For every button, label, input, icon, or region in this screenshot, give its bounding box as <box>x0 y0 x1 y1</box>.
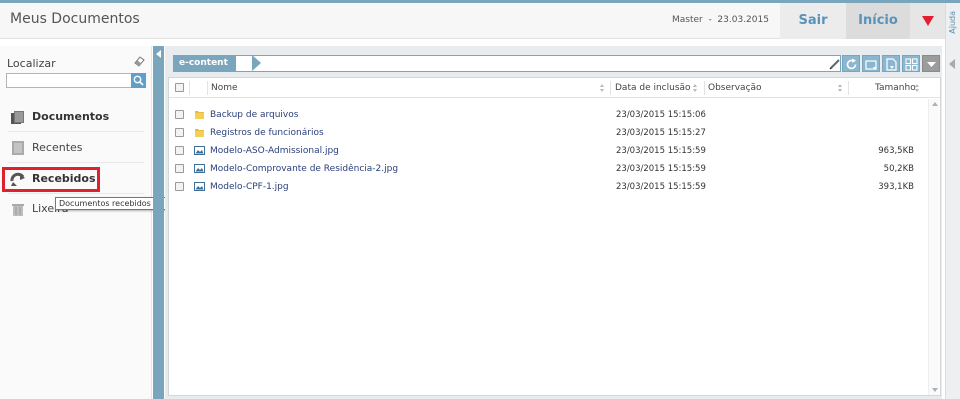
new-document-icon <box>886 58 897 71</box>
image-file-icon <box>194 164 205 173</box>
row-checkbox[interactable] <box>175 128 184 137</box>
column-separator <box>610 81 611 95</box>
file-name-link[interactable]: Modelo-Comprovante de Residência-2.jpg <box>210 164 398 174</box>
sidebar-item-label: Recentes <box>32 141 83 154</box>
file-date: 23/03/2015 15:15:27 <box>616 128 706 138</box>
sidebar-item-label: Documentos <box>32 110 110 123</box>
column-separator <box>189 81 190 95</box>
row-checkbox[interactable] <box>175 182 184 191</box>
eraser-icon[interactable] <box>133 55 145 67</box>
sidebar-item-documentos[interactable]: Documentos <box>8 104 144 130</box>
column-separator <box>848 81 849 95</box>
column-header-size[interactable]: Tamanho <box>875 78 916 98</box>
sidebar-collapse-handle[interactable] <box>153 46 164 399</box>
app-window: Meus Documentos Master - 23.03.2015 Sair… <box>0 0 960 399</box>
sidebar: Localizar Documentos Recentes Recebidos … <box>0 46 232 399</box>
scroll-down-arrow-icon[interactable] <box>932 388 938 392</box>
file-size: 393,1KB <box>878 182 914 192</box>
upload-icon <box>865 60 877 70</box>
header-bar: Meus Documentos Master - 23.03.2015 Sair… <box>0 3 945 39</box>
file-name-link[interactable]: Registros de funcionários <box>210 128 324 138</box>
breadcrumb: e-content <box>173 55 841 72</box>
file-date: 23/03/2015 15:15:59 <box>616 164 706 174</box>
file-date: 23/03/2015 15:15:06 <box>616 110 706 120</box>
row-checkbox[interactable] <box>175 146 184 155</box>
divider <box>8 162 144 163</box>
column-separator <box>704 81 705 95</box>
breadcrumb-arrow <box>252 55 261 71</box>
upload-button[interactable] <box>862 55 880 72</box>
help-label: Ajuda <box>948 11 957 34</box>
vertical-scrollbar[interactable] <box>928 99 939 395</box>
table-row[interactable]: Modelo-ASO-Admissional.jpg 23/03/2015 15… <box>169 142 929 160</box>
more-options-dropdown[interactable] <box>922 55 940 72</box>
select-all-checkbox[interactable] <box>175 83 184 92</box>
divider <box>8 193 144 194</box>
help-panel-toggle[interactable]: Ajuda <box>945 3 960 399</box>
file-name-link[interactable]: Modelo-ASO-Admissional.jpg <box>210 146 339 156</box>
trash-icon <box>12 204 24 216</box>
search-icon <box>133 75 144 86</box>
file-size: 50,2KB <box>883 164 914 174</box>
home-button[interactable]: Início <box>846 3 910 39</box>
scroll-up-arrow-icon[interactable] <box>932 102 938 106</box>
refresh-button[interactable] <box>842 55 860 72</box>
table-row[interactable]: Registros de funcionários 23/03/2015 15:… <box>169 124 929 142</box>
image-file-icon <box>194 182 205 191</box>
file-name-link[interactable]: Modelo-CPF-1.jpg <box>210 182 289 192</box>
column-header-date[interactable]: Data de inclusão <box>615 78 691 98</box>
highlight-annotation-box <box>2 167 100 192</box>
sort-arrows-icon[interactable] <box>693 84 698 93</box>
menu-dropdown-button[interactable] <box>910 3 945 39</box>
user-session-info: Master - 23.03.2015 <box>672 15 769 25</box>
file-size: 963,5KB <box>878 146 914 156</box>
folder-icon <box>195 111 204 119</box>
chevron-down-icon <box>927 62 936 67</box>
refresh-icon <box>846 58 857 70</box>
pencil-icon[interactable] <box>829 58 841 70</box>
documents-icon <box>11 111 24 124</box>
page-title: Meus Documentos <box>10 11 140 27</box>
recent-icon <box>12 141 24 155</box>
breadcrumb-item-root[interactable]: e-content <box>174 56 236 71</box>
view-mode-button[interactable] <box>902 55 920 72</box>
search-button[interactable] <box>131 73 146 88</box>
file-date: 23/03/2015 15:15:59 <box>616 146 706 156</box>
sort-arrows-icon[interactable] <box>838 84 843 93</box>
file-name-link[interactable]: Backup de arquivos <box>210 110 298 120</box>
folder-icon <box>195 129 204 137</box>
column-separator <box>207 81 208 95</box>
column-header-observation[interactable]: Observação <box>708 78 762 98</box>
search-label: Localizar <box>7 57 56 70</box>
expand-arrow-icon <box>949 59 955 69</box>
file-date: 23/03/2015 15:15:59 <box>616 182 706 192</box>
row-checkbox[interactable] <box>175 164 184 173</box>
column-header-name[interactable]: Nome <box>211 78 238 98</box>
file-list-header: Nome Data de inclusão Observação Tamanho <box>169 78 940 98</box>
sidebar-item-recentes[interactable]: Recentes <box>8 135 144 161</box>
search-input[interactable] <box>6 73 132 88</box>
row-checkbox[interactable] <box>175 110 184 119</box>
sort-arrows-icon[interactable] <box>600 84 605 93</box>
file-browser-panel: e-content Nome Data de inclusão Observaç… <box>165 46 942 399</box>
table-row[interactable]: Backup de arquivos 23/03/2015 15:15:06 <box>169 106 929 124</box>
image-file-icon <box>194 146 205 155</box>
table-row[interactable]: Modelo-Comprovante de Residência-2.jpg 2… <box>169 160 929 178</box>
new-document-button[interactable] <box>882 55 900 72</box>
sort-arrows-icon[interactable] <box>915 84 920 93</box>
triangle-down-icon <box>922 16 934 26</box>
file-list: Nome Data de inclusão Observação Tamanho <box>168 77 941 396</box>
collapse-arrow-icon <box>156 50 161 58</box>
table-row[interactable]: Modelo-CPF-1.jpg 23/03/2015 15:15:59 393… <box>169 178 929 196</box>
grid-view-icon <box>905 58 918 71</box>
logout-button[interactable]: Sair <box>780 3 846 39</box>
divider <box>8 131 144 132</box>
